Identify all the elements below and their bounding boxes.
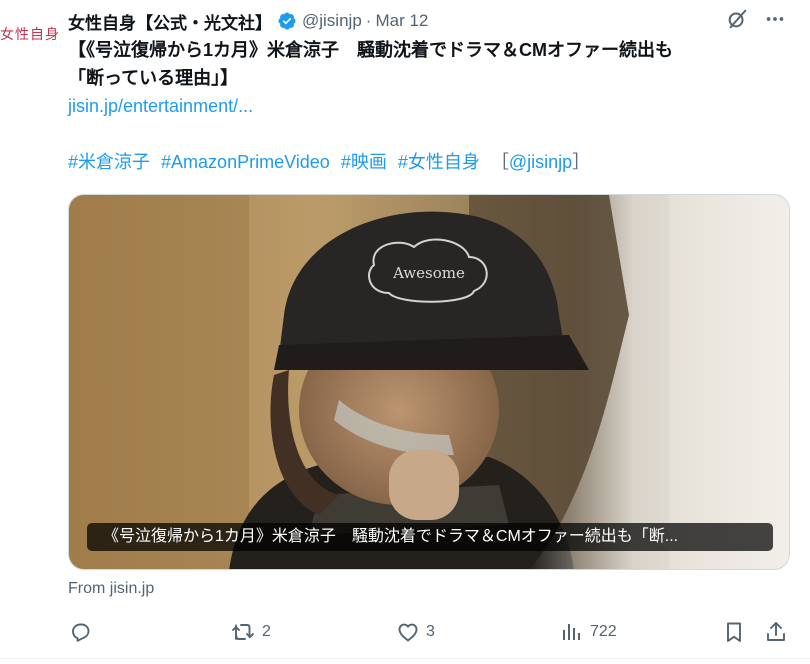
media-caption: 《号泣復帰から1カ月》米倉涼子 騒動沈着でドラマ＆CMオファー続出も「断...: [87, 523, 773, 551]
link-source[interactable]: From jisin.jp: [68, 580, 154, 598]
mention-bracket-close: ］: [572, 152, 591, 172]
hashtag[interactable]: #米倉涼子: [68, 152, 150, 172]
author-name[interactable]: 女性自身【公式・光文社】: [68, 9, 272, 34]
bookmark-icon: [727, 622, 741, 642]
hashtag[interactable]: #女性自身: [398, 152, 480, 172]
hashtag-row: #米倉涼子 #AmazonPrimeVideo #映画 #女性自身 ［@jisi…: [68, 148, 590, 174]
tweet-text: 【《号泣復帰から1カ月》米倉涼子 騒動沈着でドラマ＆CMオファー続出も 「断って…: [68, 36, 788, 92]
avatar-text: 女性自身: [0, 27, 60, 43]
article-link[interactable]: jisin.jp/entertainment/...: [68, 96, 253, 117]
media-card[interactable]: Awesome 《号泣復帰から1カ月》米倉涼子 騒動沈着でドラマ＆CMオファー続…: [68, 194, 790, 570]
tweet-actions: 2 3 722: [68, 618, 796, 646]
views-count: 722: [590, 623, 617, 640]
like-count: 3: [426, 623, 435, 640]
views-button[interactable]: 722: [560, 618, 617, 646]
reply-icon: [72, 623, 90, 642]
tweet-text-line-1: 【《号泣復帰から1カ月》米倉涼子 騒動沈着でドラマ＆CMオファー続出も: [68, 40, 674, 60]
verified-icon: [278, 12, 296, 30]
like-button[interactable]: 3: [396, 618, 435, 646]
more-icon[interactable]: [764, 8, 786, 30]
tweet-text-line-2: 「断っている理由」】: [68, 68, 239, 88]
retweet-icon: [232, 624, 254, 640]
views-icon: [563, 624, 580, 640]
share-icon: [767, 622, 785, 641]
hashtag[interactable]: #映画: [341, 152, 387, 172]
grok-icon[interactable]: [726, 8, 748, 30]
retweet-count: 2: [262, 623, 271, 640]
mention-bracket-open: ［: [490, 152, 509, 172]
share-button[interactable]: [764, 618, 788, 646]
tweet-header: 女性自身【公式・光文社】 @jisinjp · Mar 12: [68, 8, 796, 34]
header-actions: [726, 8, 786, 30]
mention-link[interactable]: @jisinjp: [509, 152, 572, 172]
separator-dot: ·: [365, 11, 372, 30]
avatar[interactable]: 女性自身: [0, 8, 60, 60]
hashtag[interactable]: #AmazonPrimeVideo: [161, 152, 330, 172]
divider: [0, 658, 810, 659]
bookmark-button[interactable]: [722, 618, 746, 646]
reply-button[interactable]: [68, 618, 98, 646]
author-handle[interactable]: @jisinjp: [302, 11, 362, 31]
article-photo: Awesome: [69, 195, 789, 569]
like-icon: [398, 623, 418, 642]
retweet-button[interactable]: 2: [230, 618, 271, 646]
tweet-date[interactable]: Mar 12: [375, 11, 428, 31]
